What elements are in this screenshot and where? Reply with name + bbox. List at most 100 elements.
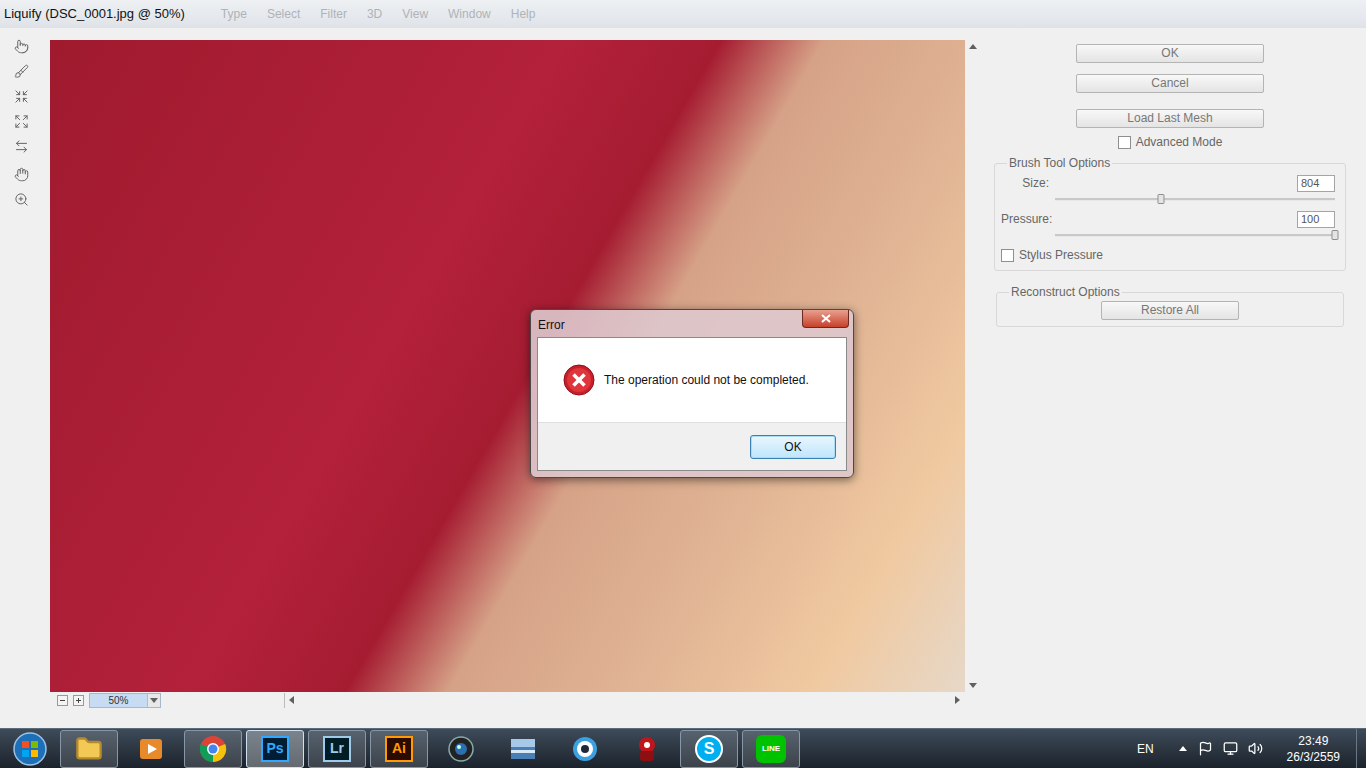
taskbar-app[interactable]: S <box>680 730 738 768</box>
scroll-down-icon <box>968 680 978 690</box>
taskbar-app[interactable] <box>60 730 118 768</box>
brush-tool-options: Brush Tool Options Size:804Pressure: 100 St… <box>994 154 1346 271</box>
error-dialog: Error The operation could not be complete… <box>530 309 854 478</box>
folder-icon <box>75 735 103 763</box>
taskbar-app[interactable] <box>122 730 180 768</box>
canvas-bottom-bar: 50% <box>50 692 980 708</box>
tool-button[interactable] <box>11 62 31 80</box>
restore-all-button[interactable]: Restore All <box>1101 301 1239 320</box>
action-buttons: OK Cancel Load Last Mesh Advanced Mode <box>990 44 1350 151</box>
background-menu-item: Filter <box>320 5 347 23</box>
cancel-button[interactable]: Cancel <box>1076 74 1264 93</box>
tool-bar <box>0 28 50 728</box>
checkbox-label: Stylus Pressure <box>1019 246 1103 264</box>
dialog-ok-button[interactable]: OK <box>750 435 836 459</box>
taskbar-app[interactable]: Ai <box>370 730 428 768</box>
background-menu-item: Window <box>448 5 491 23</box>
dropdown-arrow-icon <box>149 695 159 705</box>
checkbox-box[interactable] <box>1118 136 1131 149</box>
lr-logo-icon: Lr <box>323 736 351 762</box>
group-title: Brush Tool Options <box>1007 154 1112 172</box>
bird-app-icon <box>571 735 599 763</box>
bloat-tool-icon <box>14 114 29 129</box>
options-panel: OK Cancel Load Last Mesh Advanced Mode Brush… <box>990 28 1350 728</box>
network-icon[interactable] <box>1223 741 1238 756</box>
window-title: Liquify (DSC_0001.jpg @ 50%) <box>4 4 185 24</box>
zoom-value: 50% <box>90 693 147 708</box>
show-hidden-icons-icon[interactable] <box>1178 744 1188 754</box>
chrome-icon <box>199 735 227 763</box>
slider-row: Pressure: 100 <box>1001 210 1339 246</box>
screen: Liquify (DSC_0001.jpg @ 50%)TypeSelectFi… <box>0 0 1366 768</box>
zoom-dropdown[interactable] <box>147 694 160 707</box>
dialog-close-button[interactable] <box>802 310 849 328</box>
slider-thumb[interactable] <box>1158 194 1165 204</box>
game-icon <box>634 735 660 763</box>
clock[interactable]: 23:4926/3/2559 <box>1287 733 1340 765</box>
background-menu-item: View <box>402 5 428 23</box>
zoom-in-icon[interactable] <box>73 695 84 706</box>
taskbar-app[interactable] <box>432 730 490 768</box>
language-indicator[interactable]: EN <box>1137 740 1154 758</box>
zoom-tool-icon <box>14 192 29 207</box>
load-last-mesh-button[interactable]: Load Last Mesh <box>1076 109 1264 128</box>
media-player-icon <box>138 736 164 762</box>
action-center-flag-icon[interactable] <box>1198 741 1213 756</box>
reconstruct-options: Reconstruct OptionsRestore All <box>996 283 1344 327</box>
slider-value-field[interactable]: 100 <box>1297 211 1335 228</box>
dialog-message-area: The operation could not be completed. <box>538 338 846 422</box>
slider-track[interactable] <box>1055 198 1335 201</box>
push-left-tool-icon <box>14 139 29 154</box>
slider-track[interactable] <box>1055 234 1335 237</box>
tool-button[interactable] <box>11 165 31 183</box>
slider-value-field[interactable]: 804 <box>1297 175 1335 192</box>
tool-button[interactable] <box>11 112 31 130</box>
vertical-scrollbar[interactable] <box>965 40 980 692</box>
taskbar-app[interactable] <box>556 730 614 768</box>
show-desktop-button[interactable] <box>1356 729 1366 768</box>
taskbar: Ps Lr Ai S LINE EN 23:4926/3/2559 <box>0 728 1366 768</box>
dialog-title: Error <box>538 316 565 334</box>
scroll-up-icon <box>968 42 978 52</box>
slider-thumb[interactable] <box>1332 230 1339 240</box>
start-button[interactable] <box>0 731 60 767</box>
taskbar-app[interactable]: Ps <box>246 730 304 768</box>
title-bar: Liquify (DSC_0001.jpg @ 50%)TypeSelectFi… <box>0 0 1366 28</box>
taskbar-app[interactable] <box>618 730 676 768</box>
ok-button[interactable]: OK <box>1076 44 1264 63</box>
dialog-message: The operation could not be completed. <box>604 371 809 389</box>
tool-button[interactable] <box>11 137 31 155</box>
checkbox-box[interactable] <box>1001 249 1014 262</box>
volume-icon[interactable] <box>1248 741 1263 756</box>
stylus-pressure-checkbox[interactable]: Stylus Pressure <box>1001 246 1339 264</box>
taskbar-app[interactable]: Lr <box>308 730 366 768</box>
dialog-content: The operation could not be completed. OK <box>537 337 847 471</box>
windows-start-icon <box>12 731 48 767</box>
background-menu-item: Type <box>221 5 247 23</box>
tool-button[interactable] <box>11 87 31 105</box>
hand-tool-icon <box>14 167 29 182</box>
background-menu-item: Help <box>511 5 536 23</box>
skype-logo-icon: S <box>695 735 723 763</box>
tool-button[interactable] <box>11 190 31 208</box>
taskbar-app[interactable] <box>494 730 552 768</box>
slider-label: Pressure: <box>1001 210 1049 228</box>
background-menu: TypeSelectFilter3DViewWindowHelp <box>221 5 536 23</box>
advanced-mode-checkbox[interactable]: Advanced Mode <box>1118 133 1223 151</box>
tool-button[interactable] <box>11 37 31 55</box>
ps-logo-icon: Ps <box>261 736 289 762</box>
taskbar-app[interactable] <box>184 730 242 768</box>
reconstruct-tool-icon <box>14 64 29 79</box>
taskbar-app[interactable]: LINE <box>742 730 800 768</box>
group-title: Reconstruct Options <box>1009 283 1122 301</box>
slider-row: Size:804 <box>1001 174 1339 210</box>
dialog-title-bar: Error <box>537 310 847 337</box>
scroll-left-icon <box>287 695 297 705</box>
clock-date: 26/3/2559 <box>1287 749 1340 765</box>
zoom-field[interactable]: 50% <box>89 693 161 708</box>
system-tray: EN 23:4926/3/2559 <box>1137 733 1356 765</box>
dialog-footer: OK <box>538 422 846 470</box>
forward-warp-tool-icon <box>14 39 29 54</box>
horizontal-scrollbar[interactable] <box>284 693 964 708</box>
zoom-out-icon[interactable] <box>57 695 68 706</box>
